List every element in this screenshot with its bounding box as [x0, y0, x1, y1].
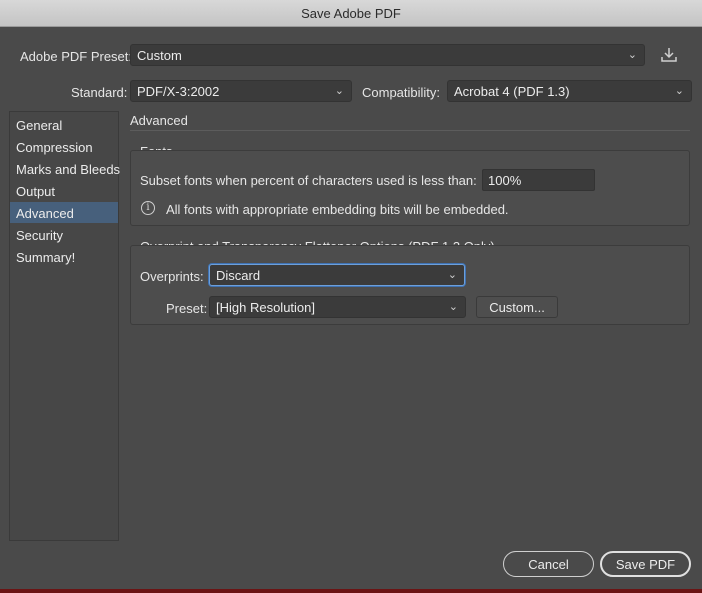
section-title: Advanced: [130, 113, 188, 128]
sidebar-item-security[interactable]: Security: [10, 224, 118, 245]
sidebar-item-compression[interactable]: Compression: [10, 136, 118, 157]
flattener-preset-label: Preset:: [166, 301, 208, 316]
sidebar-item-general[interactable]: General: [10, 114, 118, 135]
chevron-down-icon: ⌄: [674, 85, 684, 97]
overprint-group: Overprints: Discard ⌄ Preset: [High Reso…: [130, 245, 690, 325]
sidebar-item-summary[interactable]: Summary!: [10, 246, 118, 267]
sidebar-item-output[interactable]: Output: [10, 180, 118, 201]
compatibility-select[interactable]: Acrobat 4 (PDF 1.3) ⌄: [447, 80, 692, 102]
chevron-down-icon: ⌄: [448, 301, 458, 313]
embedding-info-text: All fonts with appropriate embedding bit…: [166, 202, 509, 217]
sidebar: General Compression Marks and Bleeds Out…: [9, 111, 120, 541]
title-bar: Save Adobe PDF: [0, 0, 702, 27]
save-pdf-button[interactable]: Save PDF: [600, 551, 691, 577]
standard-label: Standard:: [71, 85, 128, 100]
cancel-button[interactable]: Cancel: [503, 551, 594, 577]
chevron-down-icon: ⌄: [627, 49, 637, 61]
section-divider: [130, 130, 690, 131]
preset-label: Adobe PDF Preset:: [20, 49, 132, 64]
chevron-down-icon: ⌄: [334, 85, 344, 97]
window-title: Save Adobe PDF: [301, 6, 401, 21]
standard-value: PDF/X-3:2002: [137, 84, 220, 99]
overprints-select[interactable]: Discard ⌄: [209, 264, 465, 286]
subset-fonts-label: Subset fonts when percent of characters …: [140, 173, 477, 188]
flattener-preset-select[interactable]: [High Resolution] ⌄: [209, 296, 466, 318]
compatibility-label: Compatibility:: [362, 85, 441, 100]
sidebar-item-marks-and-bleeds[interactable]: Marks and Bleeds: [10, 158, 120, 179]
sidebar-item-advanced[interactable]: Advanced: [10, 202, 118, 223]
subset-percent-input[interactable]: 100%: [482, 169, 595, 191]
chevron-down-icon: ⌄: [447, 269, 457, 281]
overprints-label: Overprints:: [140, 269, 204, 284]
flattener-preset-value: [High Resolution]: [216, 300, 315, 315]
standard-select[interactable]: PDF/X-3:2002 ⌄: [130, 80, 352, 102]
save-preset-icon[interactable]: [658, 45, 680, 65]
fonts-group: Subset fonts when percent of characters …: [130, 150, 690, 226]
custom-flattener-button[interactable]: Custom...: [476, 296, 558, 318]
compatibility-value: Acrobat 4 (PDF 1.3): [454, 84, 570, 99]
preset-value: Custom: [137, 48, 182, 63]
overprints-value: Discard: [216, 268, 261, 283]
preset-select[interactable]: Custom ⌄: [130, 44, 645, 66]
window-bottom-edge: [0, 589, 702, 593]
info-icon: i: [141, 201, 155, 215]
